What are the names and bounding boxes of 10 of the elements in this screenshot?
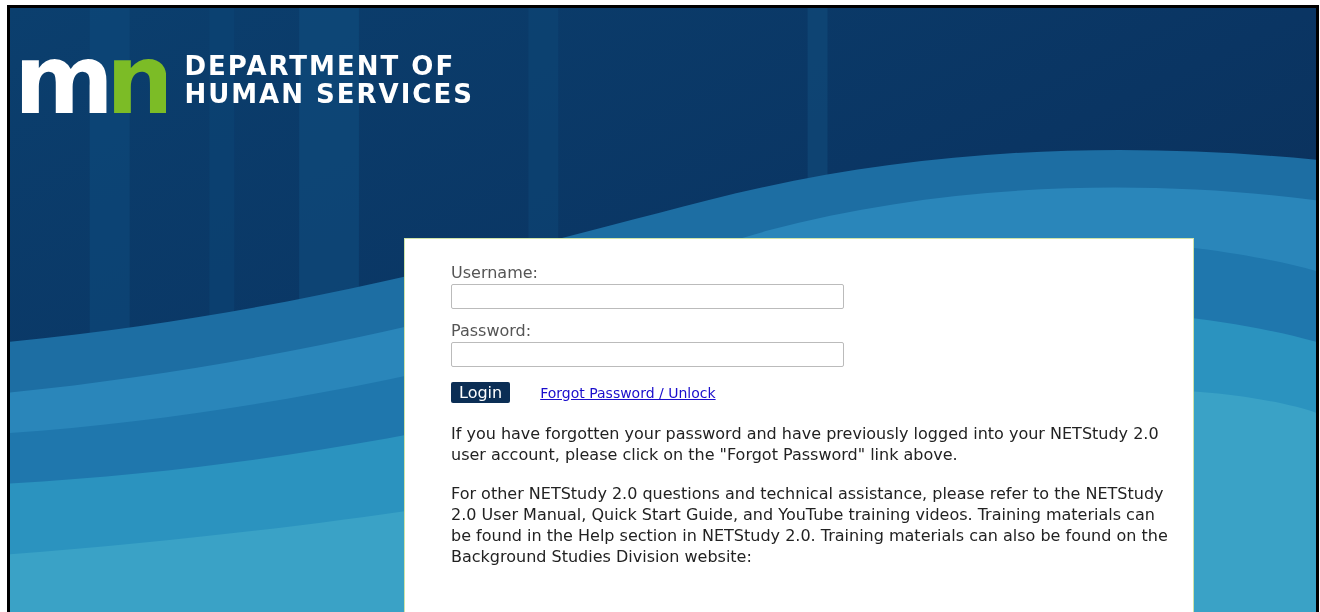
username-label: Username: <box>451 263 538 283</box>
password-field[interactable] <box>451 342 844 367</box>
help-paragraph: If you have forgotten your password and have previously logged into your NETStudy 2.0 user account, please click on the "Forgot Password" link above. <box>451 423 1160 465</box>
login-button[interactable]: Login <box>451 382 511 403</box>
username-field[interactable] <box>451 284 844 309</box>
forgot-password-link[interactable]: Forgot Password / Unlock <box>540 384 716 401</box>
password-label: Password: <box>451 321 532 341</box>
department-title: DEPARTMENT OF <box>184 52 457 80</box>
department-title: HUMAN SERVICES <box>184 80 474 108</box>
help-paragraph: For other NETStudy 2.0 questions and technical assistance, please refer to the NETStudy 2.0 User Manual, Quick Start Guide, and YouTube training videos. Training materials can be found in the Help section in NETStudy 2.0. Training materials can also be found on the Background Studies Division website: <box>451 483 1169 567</box>
